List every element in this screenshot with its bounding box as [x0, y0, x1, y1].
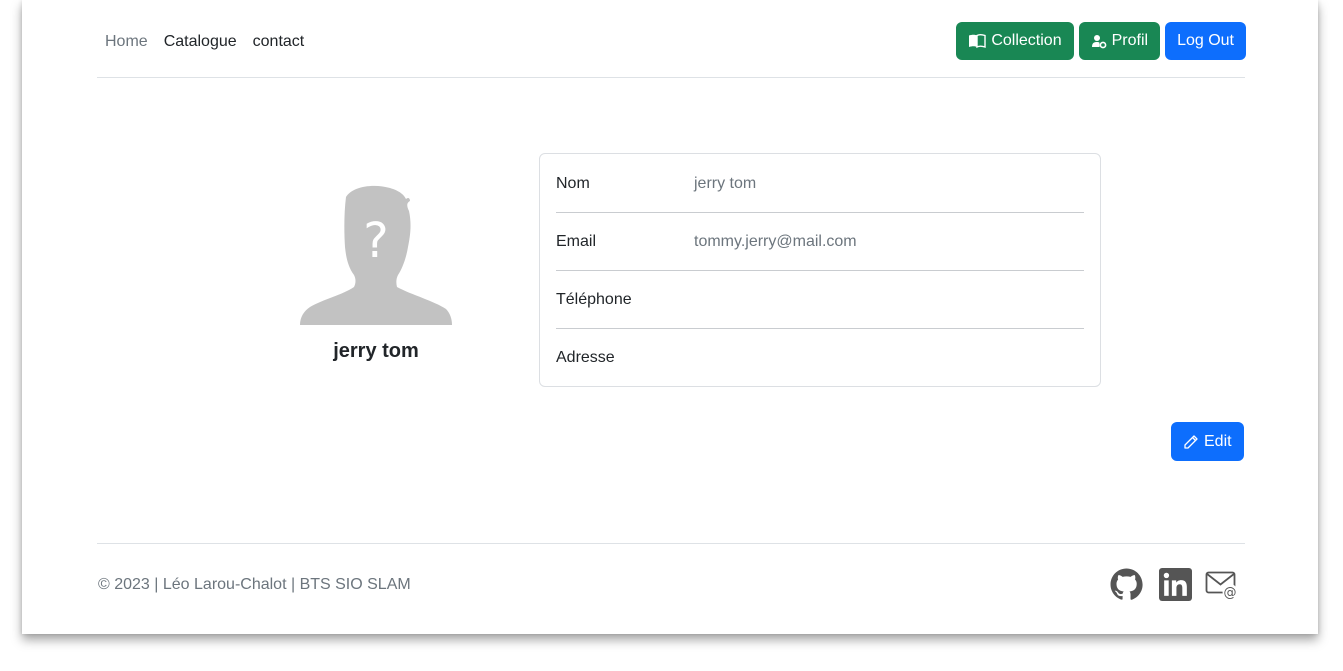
nav-link-home[interactable]: Home	[105, 23, 148, 61]
edit-profile-button[interactable]: Edit	[1171, 422, 1244, 461]
svg-text:@: @	[1224, 586, 1237, 601]
nav-link-catalogue[interactable]: Catalogue	[164, 23, 237, 61]
profile-info-card: Nom jerry tom Email tommy.jerry@mail.com…	[539, 153, 1101, 387]
profile-display-name: jerry tom	[333, 340, 419, 362]
field-label-adresse: Adresse	[556, 349, 615, 366]
nav-link-contact[interactable]: contact	[253, 23, 305, 61]
edit-button-label: Edit	[1204, 432, 1232, 450]
profil-button[interactable]: Profil	[1078, 22, 1161, 60]
book-icon	[969, 34, 987, 49]
github-icon[interactable]	[1110, 568, 1143, 601]
user-gear-icon	[1091, 35, 1107, 49]
logout-button-label: Log Out	[1177, 32, 1234, 49]
email-icon[interactable]: @	[1205, 568, 1239, 601]
field-row-telephone: Téléphone	[556, 271, 1084, 329]
field-row-nom: Nom jerry tom	[556, 155, 1084, 213]
pencil-icon	[1184, 434, 1198, 449]
logout-button[interactable]: Log Out	[1165, 22, 1246, 60]
field-row-adresse: Adresse	[556, 329, 1084, 387]
page-frame: Home Catalogue contact Collection Profil…	[22, 0, 1318, 634]
collection-button[interactable]: Collection	[956, 22, 1074, 60]
field-value-nom: jerry tom	[694, 175, 757, 192]
field-label-email: Email	[556, 233, 597, 250]
field-row-email: Email tommy.jerry@mail.com	[556, 213, 1084, 271]
profil-button-label: Profil	[1111, 32, 1149, 49]
header-divider	[97, 77, 1245, 78]
nav-buttons: Collection Profil Log Out	[956, 22, 1246, 60]
avatar-placeholder-icon: ?	[300, 185, 452, 325]
field-label-nom: Nom	[556, 175, 590, 192]
footer-copyright: © 2023 | Léo Larou-Chalot | BTS SIO SLAM	[98, 576, 411, 593]
footer-divider	[97, 543, 1245, 544]
linkedin-icon[interactable]	[1159, 568, 1192, 601]
collection-button-label: Collection	[991, 32, 1062, 49]
svg-text:?: ?	[363, 213, 388, 269]
field-label-telephone: Téléphone	[556, 291, 632, 308]
field-value-email: tommy.jerry@mail.com	[694, 233, 857, 250]
main-nav: Home Catalogue contact	[105, 23, 304, 61]
